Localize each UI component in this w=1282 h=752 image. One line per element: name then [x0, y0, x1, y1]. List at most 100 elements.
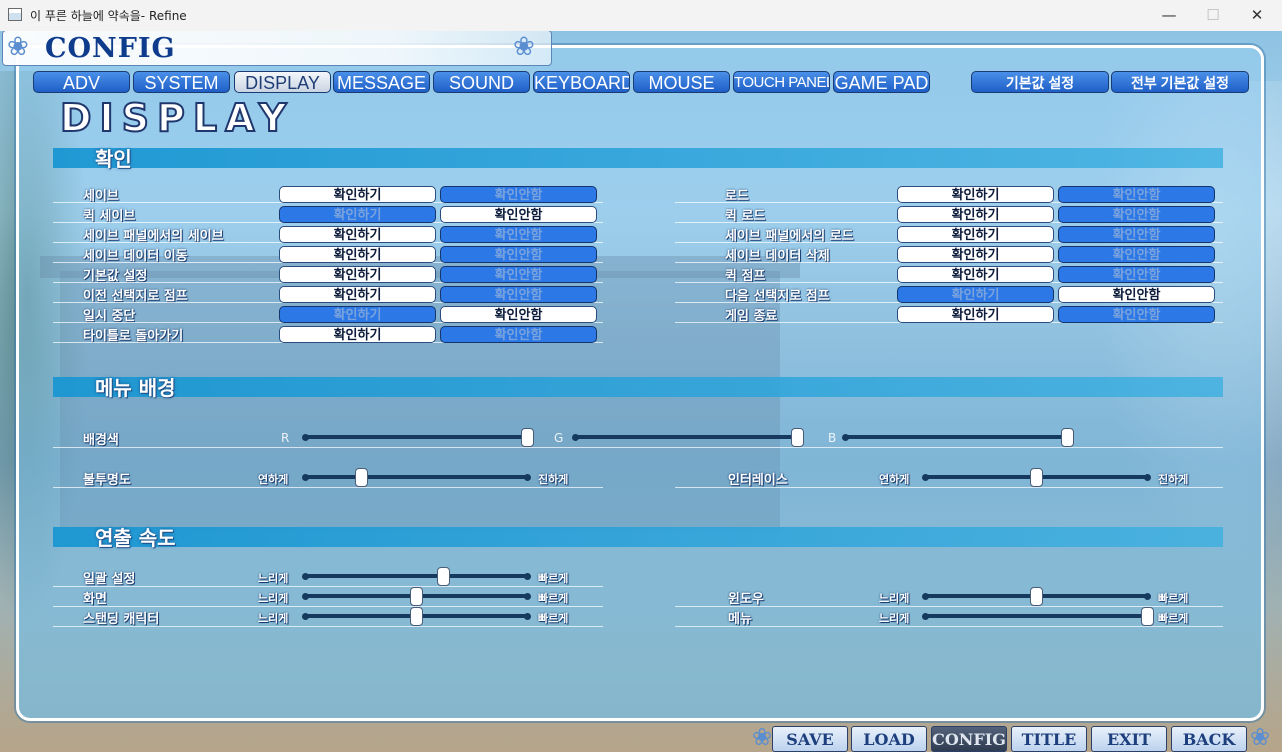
tab-adv[interactable]: ADV [33, 71, 130, 93]
slider-knob[interactable] [410, 607, 423, 626]
confirm-yes-button[interactable]: 확인하기 [279, 326, 436, 343]
row-divider [53, 487, 603, 488]
section-bar [53, 148, 1223, 168]
confirm-no-button[interactable]: 확인안함 [1058, 266, 1215, 283]
confirm-no-button[interactable]: 확인안함 [1058, 186, 1215, 203]
flower-icon: ❀ [752, 723, 773, 751]
config-nav-button[interactable]: CONFIG [931, 726, 1007, 752]
slider-track[interactable] [305, 435, 527, 439]
fast-label: 빠르게 [538, 612, 569, 625]
slow-label: 느리게 [879, 592, 910, 605]
confirm-no-button[interactable]: 확인안함 [440, 186, 597, 203]
default-settings-button[interactable]: 기본값 설정 [971, 71, 1109, 93]
section-title-speed: 연출 속도 [95, 526, 176, 550]
title-nav-button[interactable]: TITLE [1011, 726, 1087, 752]
confirm-yes-button[interactable]: 확인하기 [897, 266, 1054, 283]
confirm-yes-button[interactable]: 확인하기 [279, 286, 436, 303]
save-nav-button[interactable]: SAVE [772, 726, 848, 752]
slider-knob[interactable] [791, 428, 804, 447]
tab-mouse[interactable]: MOUSE [633, 71, 730, 93]
confirm-yes-button[interactable]: 확인하기 [897, 206, 1054, 223]
opacity-label: 불투명도 [83, 473, 131, 488]
speed-row-label: 윈도우 [728, 592, 764, 607]
row-divider [675, 626, 1223, 627]
slider-knob[interactable] [1030, 587, 1043, 606]
fast-label: 빠르게 [1158, 592, 1189, 605]
slow-label: 느리게 [879, 612, 910, 625]
confirm-yes-button[interactable]: 확인하기 [897, 226, 1054, 243]
window-title: 이 푸른 하늘에 약속을- Refine [30, 9, 187, 23]
slider-end [302, 434, 309, 441]
close-button[interactable]: ✕ [1234, 0, 1280, 31]
section-bar [53, 377, 1223, 397]
confirm-yes-button[interactable]: 확인하기 [279, 246, 436, 263]
row-divider [675, 487, 1223, 488]
slider-knob[interactable] [355, 468, 368, 487]
confirm-no-button[interactable]: 확인안함 [440, 226, 597, 243]
speed-row-label: 화면 [83, 592, 107, 607]
slider-track[interactable] [845, 435, 1067, 439]
slow-label: 느리게 [258, 572, 289, 585]
interlace-min-label: 연하게 [879, 473, 910, 486]
page-title: DISPLAY [59, 95, 295, 141]
confirm-no-button[interactable]: 확인안함 [1058, 246, 1215, 263]
row-divider [675, 606, 1223, 607]
section-bar [53, 527, 1223, 547]
config-title: CONFIG [45, 33, 176, 64]
tab-touch-panel[interactable]: TOUCH PANEL [733, 71, 830, 93]
confirm-no-button[interactable]: 확인안함 [1058, 226, 1215, 243]
confirm-yes-button[interactable]: 확인하기 [897, 246, 1054, 263]
confirm-yes-button[interactable]: 확인하기 [897, 186, 1054, 203]
slider-knob[interactable] [521, 428, 534, 447]
minimize-button[interactable]: — [1146, 0, 1192, 31]
confirm-yes-button[interactable]: 확인하기 [897, 306, 1054, 323]
confirm-no-button[interactable]: 확인안함 [1058, 206, 1215, 223]
confirm-yes-button[interactable]: 확인하기 [897, 286, 1054, 303]
slider-knob[interactable] [1141, 607, 1154, 626]
flower-icon: ❀ [513, 32, 535, 62]
speed-row-label: 메뉴 [728, 612, 752, 627]
slider-knob[interactable] [1061, 428, 1074, 447]
confirm-no-button[interactable]: 확인안함 [440, 326, 597, 343]
slider-track[interactable] [305, 574, 527, 578]
tab-game-pad[interactable]: GAME PAD [833, 71, 930, 93]
confirm-yes-button[interactable]: 확인하기 [279, 306, 436, 323]
load-nav-button[interactable]: LOAD [851, 726, 927, 752]
confirm-no-button[interactable]: 확인안함 [440, 266, 597, 283]
confirm-no-button[interactable]: 확인안함 [1058, 286, 1215, 303]
bg-color-label: 배경색 [83, 433, 119, 448]
slider-knob[interactable] [437, 567, 450, 586]
exit-nav-button[interactable]: EXIT [1091, 726, 1167, 752]
row-divider [53, 606, 603, 607]
slider-track[interactable] [305, 475, 527, 479]
confirm-no-button[interactable]: 확인안함 [1058, 306, 1215, 323]
confirm-no-button[interactable]: 확인안함 [440, 206, 597, 223]
slider-track[interactable] [575, 435, 797, 439]
confirm-no-button[interactable]: 확인안함 [440, 306, 597, 323]
maximize-button[interactable]: ☐ [1190, 0, 1236, 31]
all-default-settings-button[interactable]: 전부 기본값 설정 [1111, 71, 1249, 93]
back-nav-button[interactable]: BACK [1171, 726, 1247, 752]
opacity-max-label: 진하게 [538, 473, 569, 486]
confirm-no-button[interactable]: 확인안함 [440, 246, 597, 263]
slider-track[interactable] [925, 614, 1147, 618]
tab-sound[interactable]: SOUND [433, 71, 530, 93]
tab-system[interactable]: SYSTEM [133, 71, 230, 93]
slider-end [572, 434, 579, 441]
confirm-no-button[interactable]: 확인안함 [440, 286, 597, 303]
confirm-yes-button[interactable]: 확인하기 [279, 206, 436, 223]
confirm-yes-button[interactable]: 확인하기 [279, 226, 436, 243]
slider-knob[interactable] [410, 587, 423, 606]
config-header: ❀ CONFIG ❀ [2, 31, 552, 66]
confirm-yes-button[interactable]: 확인하기 [279, 266, 436, 283]
tab-display[interactable]: DISPLAY [234, 71, 331, 93]
speed-row-label: 일괄 설정 [83, 572, 136, 587]
app-icon [8, 8, 22, 21]
tab-message[interactable]: MESSAGE [333, 71, 430, 93]
tab-keyboard[interactable]: KEYBOARD [533, 71, 630, 93]
g-label: G [554, 431, 564, 445]
confirm-yes-button[interactable]: 확인하기 [279, 186, 436, 203]
slider-end [302, 474, 309, 481]
interlace-max-label: 진하게 [1158, 473, 1189, 486]
slider-knob[interactable] [1030, 468, 1043, 487]
